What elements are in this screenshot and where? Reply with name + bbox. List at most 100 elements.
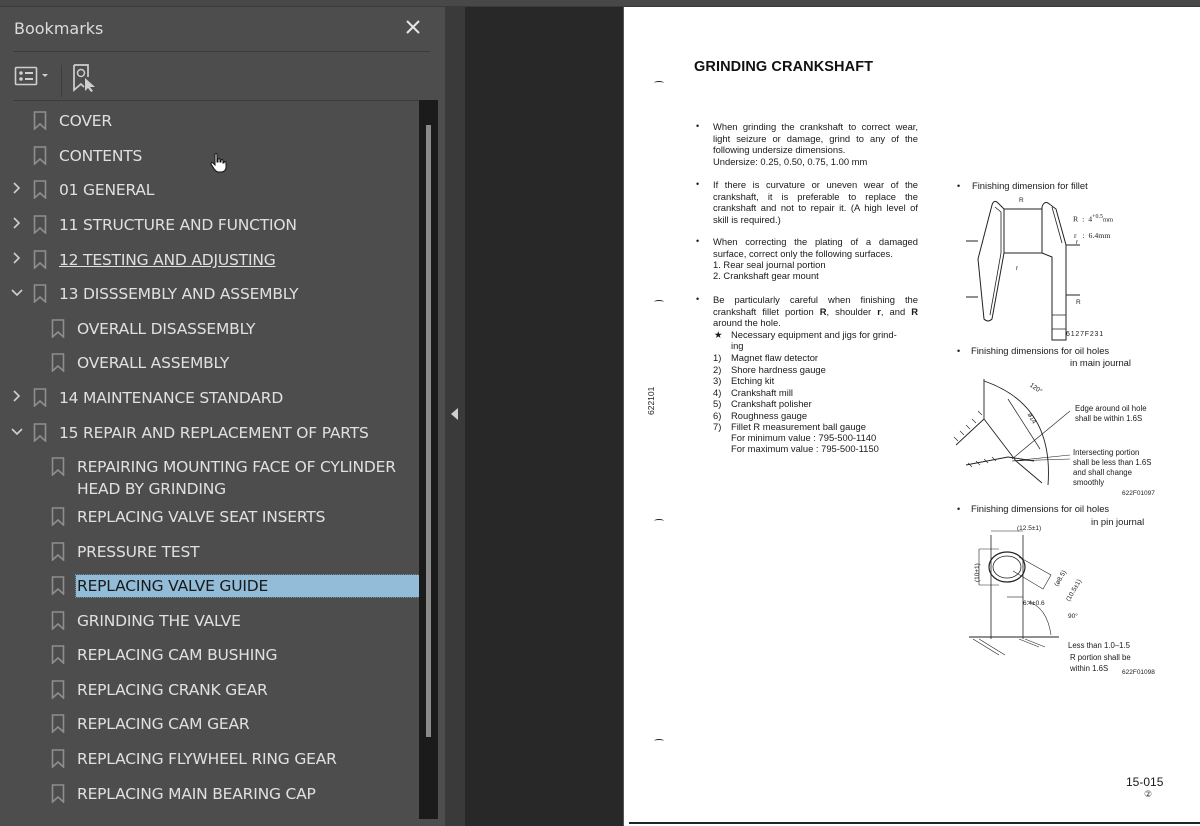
bullet: •	[696, 294, 700, 304]
bookmark-label: REPLACING CRANK GEAR	[77, 681, 268, 699]
bookmark-icon	[51, 645, 65, 664]
callout-R: R	[1019, 197, 1024, 204]
bookmark-item[interactable]: REPLACING VALVE SEAT INSERTS	[0, 501, 420, 531]
chevron-right-icon[interactable]	[9, 388, 25, 404]
find-bookmark-button[interactable]	[72, 63, 98, 93]
document-page: GRINDING CRANKSHAFT 622101 • When grindi…	[623, 7, 1200, 826]
bookmark-item[interactable]: REPLACING MAIN BEARING CAP	[0, 778, 420, 808]
bookmark-item[interactable]: 01 GENERAL	[0, 174, 420, 204]
star-icon: ★	[714, 329, 723, 340]
fig1-r-spec: r : 6.4mm	[1074, 231, 1110, 241]
bookmark-item[interactable]: REPLACING CAM GEAR	[0, 708, 420, 738]
fig2-note2: shall be less than 1.6S	[1073, 458, 1152, 467]
options-menu-button[interactable]	[14, 63, 54, 89]
bookmark-item[interactable]: OVERALL ASSEMBLY	[0, 347, 420, 377]
revision-mark: ②	[1144, 789, 1153, 799]
equipment-item: Etching kit	[731, 375, 775, 386]
close-icon[interactable]	[402, 16, 424, 38]
bookmark-tree: COVER CONTENTS 01 GENERAL 11 STRUCTURE AND …	[0, 100, 420, 819]
bookmark-item[interactable]: 13 DISSSEMBLY AND ASSEMBLY	[0, 278, 420, 308]
bullet: •	[957, 181, 961, 191]
window-top-bar	[0, 0, 1200, 7]
bookmark-item[interactable]: REPLACING FLYWHEEL RING GEAR	[0, 743, 420, 773]
bookmark-item[interactable]: 11 STRUCTURE AND FUNCTION	[0, 209, 420, 239]
fig3-note1: Less than 1.0–1.5	[1068, 641, 1130, 650]
gauge-min: For minimum value : 795-500-1140	[731, 432, 877, 443]
chevron-down-icon[interactable]	[9, 284, 25, 300]
bullet: •	[696, 121, 700, 131]
equipment-item: Fillet R measurement ball gauge	[731, 421, 866, 432]
bookmark-item[interactable]: REPLACING CAM BUSHING	[0, 639, 420, 669]
punch-mark	[654, 81, 664, 85]
toolbar-separator	[61, 65, 62, 97]
punch-mark	[654, 519, 664, 523]
text: , and	[880, 305, 912, 317]
bookmark-item[interactable]: REPLACING CRANK GEAR	[0, 674, 420, 704]
pin-journal-diagram	[969, 530, 1059, 656]
bookmark-label: REPLACING CAM GEAR	[77, 715, 250, 733]
gauge-max: For maximum value : 795-500-1150	[731, 443, 879, 454]
bookmark-label: OVERALL DISASSEMBLY	[77, 320, 256, 338]
bookmarks-toolbar	[0, 53, 445, 101]
bookmark-item[interactable]: 14 MAINTENANCE STANDARD	[0, 382, 420, 412]
bookmark-icon	[51, 457, 65, 476]
text: R	[911, 305, 918, 317]
bookmark-item[interactable]: REPLACING VALVE GUIDE	[0, 570, 420, 600]
bookmark-item[interactable]: REPAIRING MOUNTING FACE OF CYLINDER HEAD…	[0, 451, 420, 501]
text: +0.5	[1092, 214, 1103, 220]
bookmark-label: REPLACING VALVE GUIDE	[75, 574, 420, 598]
fig2-heading: Finishing dimensions for oil holes	[971, 345, 1110, 356]
fig2-note2: smoothly	[1073, 478, 1105, 487]
fig2-note1: Edge around oil hole	[1075, 404, 1147, 413]
bookmark-item[interactable]: GRINDING THE VALVE	[0, 605, 420, 635]
equipment-item: Magnet flaw detector	[731, 352, 819, 363]
fig3-dim-offset: 6.4±0.6	[1023, 600, 1045, 607]
chevron-right-icon[interactable]	[9, 215, 25, 231]
text: r	[1074, 231, 1077, 240]
equipment-item: Shore hardness gauge	[731, 363, 826, 375]
chevron-right-icon[interactable]	[9, 180, 25, 196]
bookmark-label: CONTENTS	[59, 147, 143, 165]
fig2-note1: shall be within 1.6S	[1075, 414, 1143, 423]
fig1-R-spec: R : 4+0.5mm	[1073, 213, 1113, 225]
bookmark-label: GRINDING THE VALVE	[77, 612, 241, 630]
text: 6.4mm	[1088, 231, 1111, 240]
fig2-note2: Intersecting portion	[1073, 448, 1140, 457]
bookmark-item[interactable]: PRESSURE TEST	[0, 536, 420, 566]
bookmark-icon	[51, 353, 65, 372]
bullet: •	[696, 236, 700, 246]
fig3-heading: Finishing dimensions for oil holes	[971, 503, 1110, 514]
bookmark-icon	[33, 250, 47, 269]
punch-mark	[654, 739, 664, 743]
paragraph-curvature: If there is curvature or uneven wear of …	[713, 179, 918, 225]
equipment-item: Crankshaft mill	[731, 386, 793, 398]
bookmark-label: 01 GENERAL	[59, 181, 155, 199]
bookmark-item[interactable]: 15 REPAIR AND REPLACEMENT OF PARTS	[0, 417, 420, 447]
collapse-panel-icon[interactable]	[451, 408, 458, 420]
fig3-note2: R portion shall be	[1070, 653, 1131, 662]
paragraph-careful: Be particularly careful when finishing t…	[713, 294, 918, 329]
fig3-heading: in pin journal	[1091, 516, 1145, 527]
bookmark-label: 12 TESTING AND ADJUSTING	[59, 251, 276, 269]
chevron-right-icon[interactable]	[9, 250, 25, 266]
bookmark-item[interactable]: 12 TESTING AND ADJUSTING	[0, 244, 420, 274]
bookmark-item[interactable]: COVER	[0, 105, 420, 135]
equipment-number: 4)	[713, 386, 722, 398]
callout-R: R	[1076, 299, 1081, 306]
bookmark-label: COVER	[59, 112, 112, 130]
scrollbar-thumb[interactable]	[426, 125, 431, 737]
undersize-line: Undersize: 0.25, 0.50, 0.75, 1.00 mm	[713, 155, 868, 167]
fig2-heading: in main journal	[1070, 357, 1131, 368]
equipment-number: 6)	[713, 409, 722, 421]
fig1-heading: Finishing dimension for fillet	[972, 180, 1088, 191]
equipment-item: Roughness gauge	[731, 409, 808, 421]
chevron-down-icon[interactable]	[9, 423, 25, 439]
bookmark-icon	[33, 423, 47, 442]
bookmark-item[interactable]: CONTENTS	[0, 140, 420, 170]
fig3-code: 622F01098	[1122, 669, 1155, 676]
bookmark-label: 15 REPAIR AND REPLACEMENT OF PARTS	[59, 424, 369, 442]
text: :	[1082, 214, 1085, 224]
bookmark-item[interactable]: OVERALL DISASSEMBLY	[0, 313, 420, 343]
bookmark-icon	[51, 319, 65, 338]
fig3-dim-height: (10±1)	[974, 563, 981, 582]
